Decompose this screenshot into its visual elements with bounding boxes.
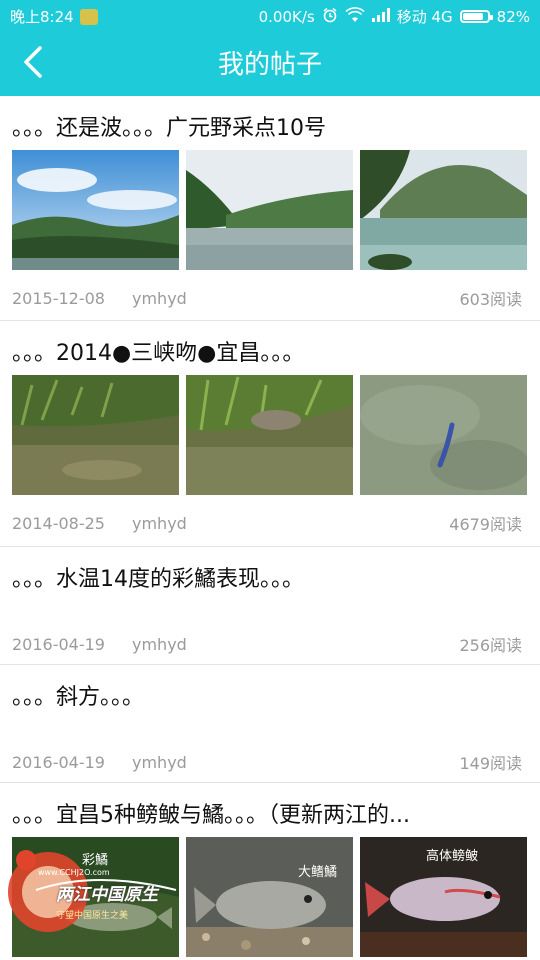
post-item[interactable]: 。。。还是波。。。广元野采点10号 2015-12-08 ymhyd 603阅读 — [0, 96, 540, 321]
post-read-count: 256阅读 — [459, 636, 522, 655]
post-images — [0, 367, 540, 495]
watermark-url: www.CCHJ2O.com — [38, 868, 110, 877]
image-caption: 高体鳑鲏 — [426, 849, 479, 864]
post-read-count: 149阅读 — [459, 754, 522, 773]
battery-percent: 82% — [496, 7, 530, 26]
post-thumbnail[interactable] — [186, 375, 353, 495]
post-title[interactable]: 。。。2014●三峡吻●宜昌。。。 — [0, 321, 540, 367]
post-title[interactable]: 。。。还是波。。。广元野采点10号 — [0, 96, 540, 142]
image-caption: 大鳍鱊 — [298, 865, 338, 880]
status-bar: 晚上8:24 0.00K/s 移动 4G 82% — [0, 0, 540, 30]
status-time: 晚上8:24 — [10, 8, 74, 26]
post-thumbnail[interactable]: 大鳍鱊 — [186, 837, 353, 957]
post-thumbnail[interactable] — [360, 375, 527, 495]
alarm-icon — [322, 7, 338, 27]
watermark-slogan: 守望中国原生之美 — [56, 911, 129, 921]
post-date: 2016-04-19 — [12, 752, 105, 772]
post-meta: 2015-12-08 ymhyd 603阅读 — [0, 270, 540, 326]
post-thumbnail[interactable] — [186, 150, 353, 270]
wifi-icon — [345, 6, 365, 27]
post-thumbnail[interactable] — [360, 150, 527, 270]
carrier-label: 移动 4G — [396, 8, 453, 26]
post-item[interactable]: 。。。斜方。。。 2016-04-19 ymhyd 149阅读 — [0, 665, 540, 783]
post-author: ymhyd — [132, 752, 187, 772]
post-title[interactable]: 。。。水温14度的彩鱊表现。。。 — [0, 547, 540, 593]
signal-icon — [371, 7, 390, 26]
network-speed: 0.00K/s — [258, 7, 315, 26]
post-author: ymhyd — [132, 513, 187, 533]
post-thumbnail[interactable] — [12, 150, 179, 270]
site-watermark-logo: 两江中国原生 www.CCHJ2O.com 守望中国原生之美 — [6, 840, 186, 950]
post-author: ymhyd — [132, 288, 187, 308]
battery-icon — [459, 10, 493, 23]
app-notification-icon — [79, 8, 98, 25]
post-item[interactable]: 。。。2014●三峡吻●宜昌。。。 2014-08-25 ymhyd 4679阅… — [0, 321, 540, 547]
post-thumbnail[interactable] — [12, 375, 179, 495]
post-read-count: 603阅读 — [459, 290, 522, 309]
top-bar: 晚上8:24 0.00K/s 移动 4G 82% 我的帖子 — [0, 0, 540, 96]
post-date: 2016-04-19 — [12, 634, 105, 654]
post-title[interactable]: 。。。宜昌5种鳑鲏与鱊。。。（更新两江的... — [0, 783, 540, 829]
post-meta: 2016-04-19 ymhyd 149阅读 — [0, 750, 540, 774]
post-date: 2015-12-08 — [12, 288, 105, 308]
post-read-count: 4679阅读 — [449, 515, 522, 534]
page-title: 我的帖子 — [217, 50, 322, 80]
post-item[interactable]: 。。。水温14度的彩鱊表现。。。 2016-04-19 ymhyd 256阅读 — [0, 547, 540, 665]
post-images — [0, 142, 540, 270]
post-list: 。。。还是波。。。广元野采点10号 2015-12-08 ymhyd 603阅读… — [0, 96, 540, 957]
watermark-text: 两江中国原生 — [56, 885, 158, 905]
post-meta: 2014-08-25 ymhyd 4679阅读 — [0, 495, 540, 551]
post-title[interactable]: 。。。斜方。。。 — [0, 665, 540, 711]
post-date: 2014-08-25 — [12, 513, 105, 533]
post-author: ymhyd — [132, 634, 187, 654]
post-meta: 2016-04-19 ymhyd 256阅读 — [0, 632, 540, 656]
post-thumbnail[interactable]: 高体鳑鲏 — [360, 837, 527, 957]
